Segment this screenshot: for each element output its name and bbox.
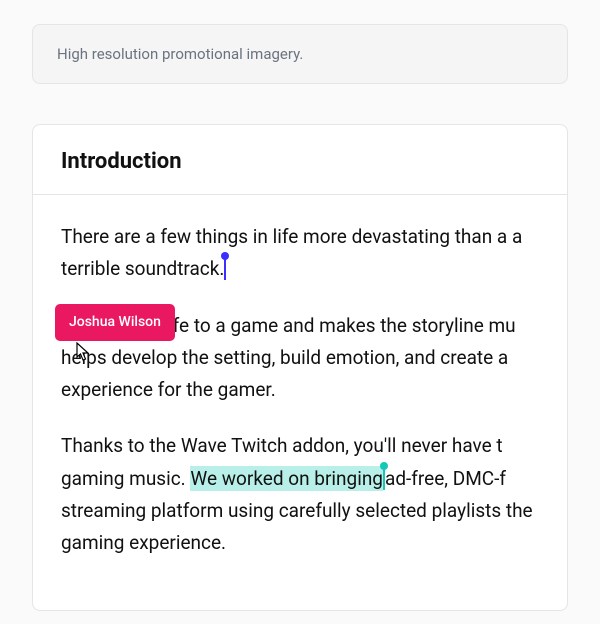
document-card: Introduction There are a few things in l… xyxy=(32,124,568,611)
image-caption-text: High resolution promotional imagery. xyxy=(57,45,543,63)
collab-cursor-blue xyxy=(224,258,226,280)
collab-cursor-teal xyxy=(383,468,385,490)
collaborator-name-tag[interactable]: Joshua Wilson xyxy=(55,304,175,342)
pointer-cursor-icon xyxy=(75,342,93,374)
p3-text-c: ad-free, DMC-f xyxy=(385,467,506,490)
paragraph-1[interactable]: There are a few things in life more deva… xyxy=(61,221,539,286)
p2-text-c: helps develop the setting, build emotion… xyxy=(61,346,508,369)
p3-text-b: gaming music. xyxy=(61,467,190,490)
p3-text-a: Thanks to the Wave Twitch addon, you'll … xyxy=(61,434,503,457)
p1-text-a: There are a few things in life more deva… xyxy=(61,225,512,248)
paragraph-3[interactable]: Thanks to the Wave Twitch addon, you'll … xyxy=(61,430,539,559)
p2-text-b: life to a game and makes the storyline m… xyxy=(163,314,515,337)
collab-tag-wrapper: Joshua Wilson Music adds xyxy=(61,314,163,337)
document-title: Introduction xyxy=(61,149,539,174)
document-header: Introduction xyxy=(33,125,567,195)
p3-text-d: streaming platform using carefully selec… xyxy=(61,499,506,522)
paragraph-2[interactable]: Joshua Wilson Music adds life to a game … xyxy=(61,310,539,407)
image-caption-card: High resolution promotional imagery. xyxy=(32,24,568,84)
document-body[interactable]: There are a few things in life more deva… xyxy=(33,195,567,610)
highlighted-text: We worked on bringing xyxy=(190,466,383,491)
p2-text-d: experience for the gamer. xyxy=(61,378,276,401)
